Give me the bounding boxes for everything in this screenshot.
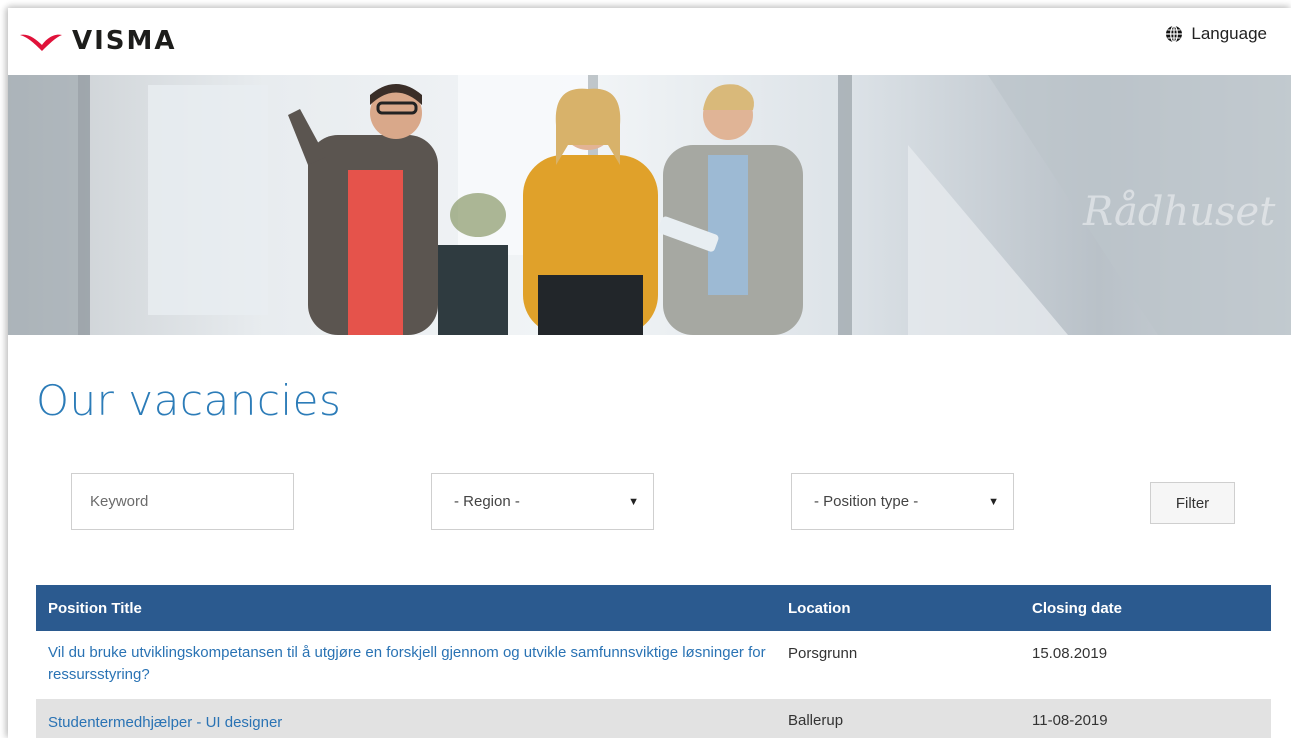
page-title: Our vacancies (36, 376, 342, 425)
column-header-location[interactable]: Location (788, 600, 851, 617)
table-row: Vil du bruke utviklingskompetansen til å… (36, 631, 1271, 699)
hero-illustration: Rådhuset (8, 75, 1291, 335)
language-selector[interactable]: Language (1165, 24, 1267, 44)
dropdown-caret-icon: ▼ (988, 495, 999, 508)
site-header: VISMA Language (8, 8, 1291, 75)
page-frame: VISMA Language Rådhuset Our vacancies Ke… (8, 8, 1291, 738)
position-type-select-value: - Position type - (814, 493, 919, 510)
location-cell: Ballerup (788, 712, 844, 729)
closing-date-cell: 15.08.2019 (1032, 645, 1108, 662)
svg-text:Rådhuset: Rådhuset (1082, 189, 1276, 235)
vacancies-table: Position Title Location Closing date Vil… (36, 585, 1271, 738)
keyword-input[interactable] (71, 473, 294, 530)
closing-date-cell: 11-08-2019 (1032, 712, 1108, 729)
region-select-value: - Region - (454, 493, 520, 510)
column-header-closing-date[interactable]: Closing date (1032, 600, 1122, 617)
position-type-select[interactable]: - Position type - ▼ (791, 473, 1014, 530)
region-select[interactable]: - Region - ▼ (431, 473, 654, 530)
filter-button[interactable]: Filter (1150, 482, 1235, 524)
visma-logo[interactable]: VISMA (18, 24, 177, 58)
position-title-link[interactable]: Vil du bruke utviklingskompetansen til å… (48, 642, 768, 686)
table-row: Studentermedhjælper - UI designer Baller… (36, 699, 1271, 738)
visma-logo-mark (20, 34, 62, 51)
hero-image: Rådhuset (8, 75, 1291, 335)
table-header-row: Position Title Location Closing date (36, 585, 1271, 631)
position-title-link[interactable]: Studentermedhjælper - UI designer (48, 712, 282, 734)
location-cell: Porsgrunn (788, 645, 858, 662)
visma-logo-text: VISMA (72, 26, 177, 56)
language-label: Language (1191, 24, 1267, 43)
column-header-position-title[interactable]: Position Title (48, 600, 142, 617)
dropdown-caret-icon: ▼ (628, 495, 639, 508)
globe-icon (1166, 25, 1183, 43)
